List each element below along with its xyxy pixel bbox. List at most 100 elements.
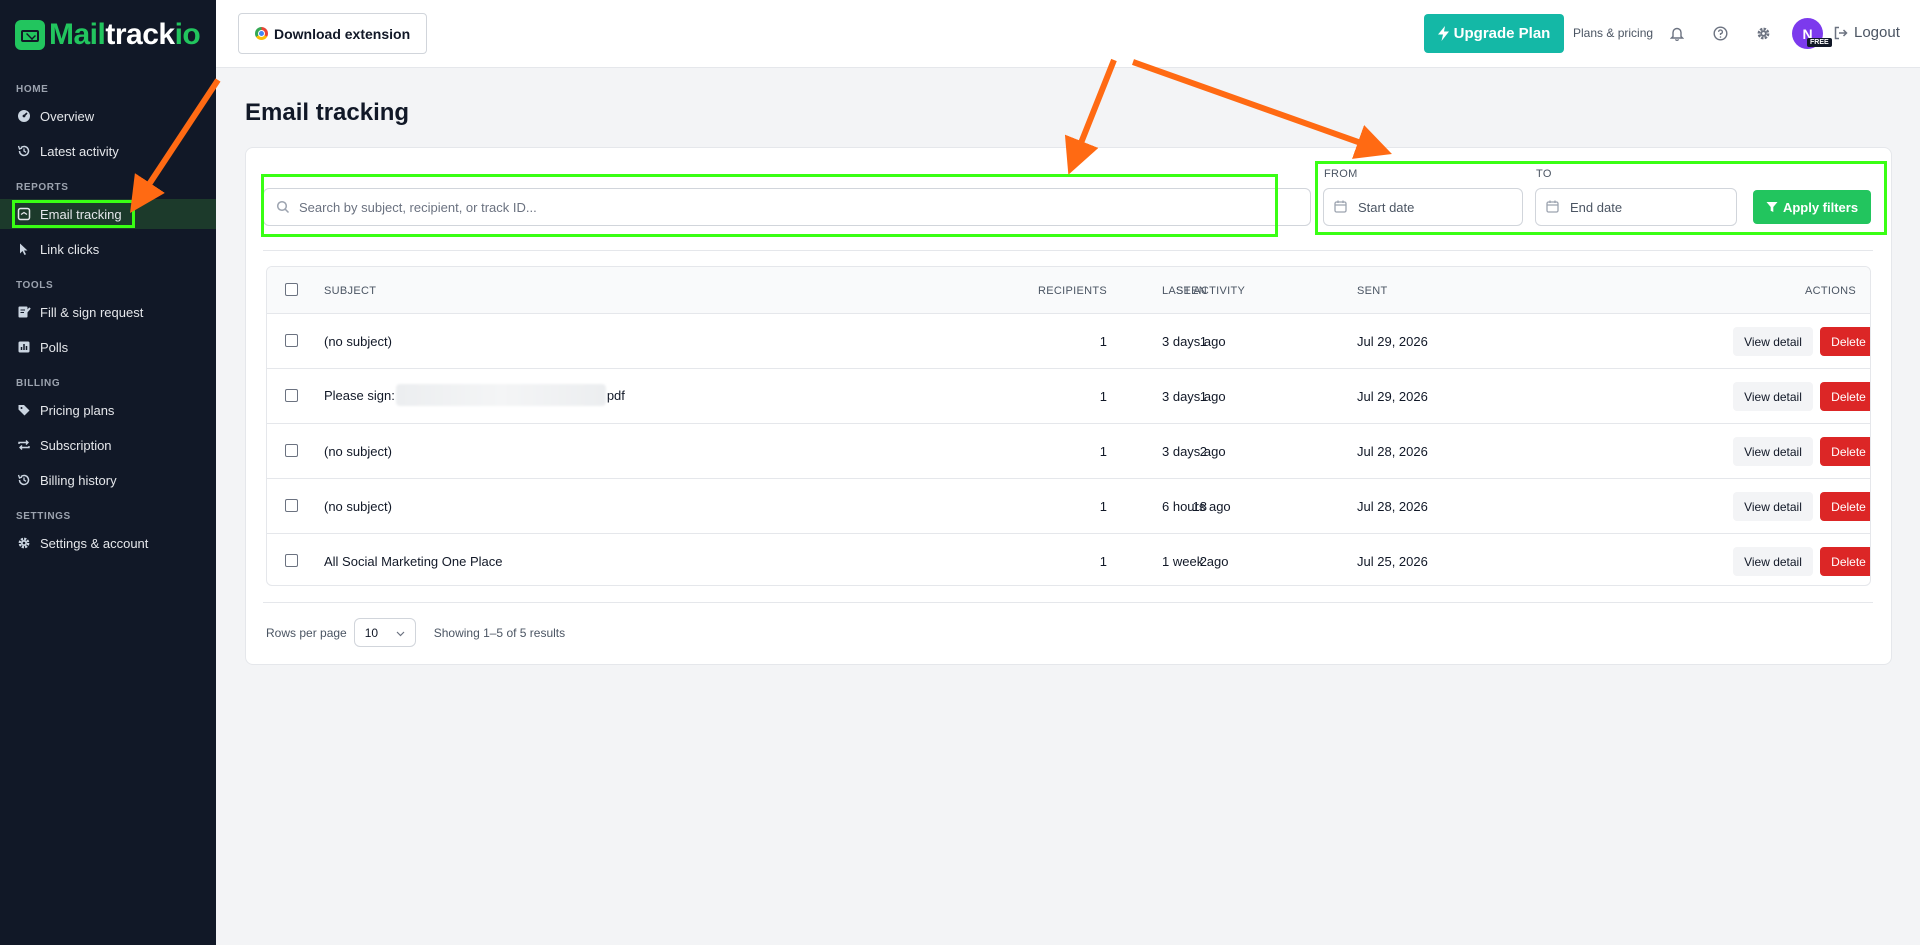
row-recipients: 1 [1099, 444, 1107, 459]
history-icon [17, 473, 31, 487]
delete-button[interactable]: Delete [1820, 327, 1870, 356]
pagination: Rows per page 10 Showing 1–5 of 5 result… [266, 618, 565, 647]
table-row: All Social Marketing One Place 1 2 1 wee… [267, 534, 1870, 585]
sidebar-item-polls[interactable]: Polls [0, 332, 216, 362]
table-row: (no subject) 1 1 3 days ago Jul 29, 2026… [267, 314, 1870, 369]
sidebar: Mailtrackio HOME Overview Latest activit… [0, 0, 216, 945]
upgrade-plan-button[interactable]: Upgrade Plan [1424, 14, 1564, 53]
rows-per-page-select[interactable]: 10 [353, 618, 416, 647]
delete-button[interactable]: Delete [1820, 492, 1870, 521]
view-detail-button[interactable]: View detail [1733, 547, 1813, 576]
arrow-to-filters [1131, 59, 1392, 159]
search-input[interactable] [299, 199, 1199, 215]
logo-envelope-icon [15, 20, 45, 50]
app-logo[interactable]: Mailtrackio [0, 0, 216, 70]
row-sent: Jul 28, 2026 [1357, 499, 1428, 514]
plans-pricing-link[interactable]: Plans & pricing [1573, 26, 1653, 40]
lightning-icon [1437, 26, 1449, 41]
row-recipients: 1 [1099, 499, 1107, 514]
section-label-reports: REPORTS [16, 182, 69, 193]
col-actions: ACTIONS [1805, 285, 1856, 297]
pointer-icon [17, 242, 31, 256]
row-checkbox[interactable] [285, 554, 298, 567]
start-date-field[interactable] [1323, 188, 1523, 226]
chevron-down-icon [396, 626, 405, 640]
col-sent: SENT [1357, 285, 1388, 297]
top-header: Download extension Upgrade Plan Plans & … [216, 0, 1920, 68]
download-extension-button[interactable]: Download extension [238, 13, 428, 54]
row-subject[interactable]: All Social Marketing One Place [324, 554, 502, 569]
view-detail-button[interactable]: View detail [1733, 437, 1813, 466]
row-subject[interactable]: (no subject) [324, 499, 392, 514]
help-icon[interactable] [1711, 24, 1729, 42]
bell-icon[interactable] [1668, 24, 1686, 42]
row-checkbox[interactable] [285, 444, 298, 457]
table-row: (no subject) 1 2 3 days ago Jul 28, 2026… [267, 424, 1870, 479]
table-row: Please sign: pdf 1 1 3 days ago Jul 29, … [267, 369, 1870, 424]
row-checkbox[interactable] [285, 499, 298, 512]
sidebar-item-subscription[interactable]: Subscription [0, 430, 216, 460]
sidebar-item-link-clicks[interactable]: Link clicks [0, 234, 216, 264]
sidebar-item-fill-sign[interactable]: Fill & sign request [0, 297, 216, 327]
view-detail-button[interactable]: View detail [1733, 382, 1813, 411]
table-header: SUBJECT RECIPIENTS SEEN LAST ACTIVITY SE… [267, 267, 1870, 314]
apply-filters-button[interactable]: Apply filters [1753, 190, 1871, 224]
arrow-to-search [1064, 58, 1117, 175]
end-date-field[interactable] [1535, 188, 1737, 226]
section-label-tools: TOOLS [16, 280, 54, 291]
sidebar-item-pricing-plans[interactable]: Pricing plans [0, 395, 216, 425]
history-icon [17, 144, 31, 158]
row-sent: Jul 28, 2026 [1357, 444, 1428, 459]
delete-button[interactable]: Delete [1820, 382, 1870, 411]
sidebar-item-settings-account[interactable]: Settings & account [0, 528, 216, 558]
row-last-activity: 3 days ago [1162, 389, 1226, 404]
row-subject[interactable]: (no subject) [324, 444, 392, 459]
section-label-settings: SETTINGS [16, 511, 71, 522]
sign-icon [17, 305, 31, 319]
logout-button[interactable]: Logout [1833, 24, 1900, 41]
to-label: TO [1536, 168, 1552, 180]
logo-text: Mailtrackio [49, 18, 201, 51]
row-subject[interactable]: Please sign: pdf [324, 384, 625, 406]
sidebar-item-email-tracking[interactable]: Email tracking [0, 199, 216, 229]
col-subject: SUBJECT [324, 285, 377, 297]
view-detail-button[interactable]: View detail [1733, 492, 1813, 521]
highlight-box-email-tracking [12, 200, 135, 228]
sidebar-item-latest-activity[interactable]: Latest activity [0, 136, 216, 166]
row-last-activity: 1 week ago [1162, 554, 1229, 569]
sidebar-item-billing-history[interactable]: Billing history [0, 465, 216, 495]
row-checkbox[interactable] [285, 389, 298, 402]
search-box[interactable] [263, 188, 1311, 226]
gear-icon[interactable] [1754, 24, 1772, 42]
divider [263, 250, 1873, 251]
col-recipients: RECIPIENTS [1037, 285, 1107, 297]
row-sent: Jul 29, 2026 [1357, 389, 1428, 404]
dashboard-icon [17, 109, 31, 123]
rows-per-page-label: Rows per page [266, 625, 347, 640]
row-last-activity: 6 hours ago [1162, 499, 1231, 514]
section-label-home: HOME [16, 84, 49, 95]
results-summary: Showing 1–5 of 5 results [433, 625, 566, 640]
row-checkbox[interactable] [285, 334, 298, 347]
from-label: FROM [1324, 168, 1358, 180]
sidebar-item-overview[interactable]: Overview [0, 101, 216, 131]
delete-button[interactable]: Delete [1820, 437, 1870, 466]
section-label-billing: BILLING [16, 378, 61, 389]
repeat-icon [17, 438, 31, 452]
row-recipients: 1 [1099, 334, 1107, 349]
row-sent: Jul 25, 2026 [1357, 554, 1428, 569]
divider [263, 602, 1873, 603]
chrome-icon [255, 27, 268, 40]
row-recipients: 1 [1099, 389, 1107, 404]
select-all-checkbox[interactable] [285, 283, 298, 296]
gear-icon [17, 536, 31, 550]
row-last-activity: 3 days ago [1162, 444, 1226, 459]
row-recipients: 1 [1099, 554, 1107, 569]
row-subject[interactable]: (no subject) [324, 334, 392, 349]
redacted-filename [395, 384, 606, 406]
start-date-input[interactable] [1358, 199, 1508, 215]
delete-button[interactable]: Delete [1820, 547, 1870, 576]
view-detail-button[interactable]: View detail [1733, 327, 1813, 356]
end-date-input[interactable] [1570, 199, 1720, 215]
page-title: Email tracking [245, 99, 410, 126]
